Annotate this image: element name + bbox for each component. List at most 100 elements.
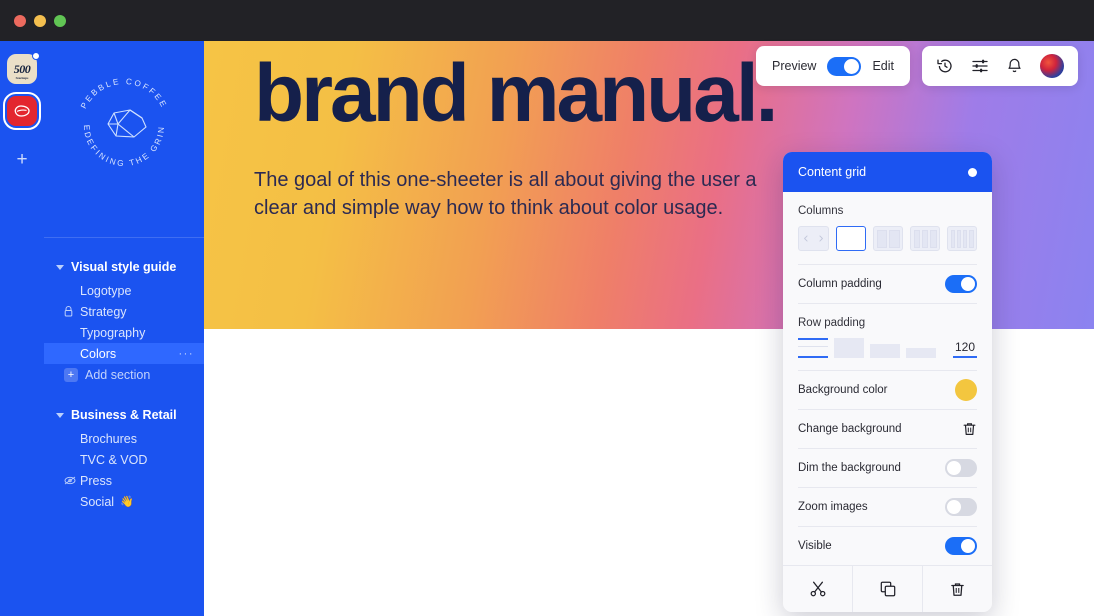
toggle-knob [961,277,975,291]
preview-edit-toggle[interactable] [827,56,862,76]
trash-icon[interactable] [962,421,977,437]
visible-toggle[interactable] [945,537,977,555]
sidebar-item-label: Brochures [80,431,137,446]
zoom-images-row: Zoom images [798,488,977,526]
close-window-button[interactable] [14,14,26,27]
edit-label: Edit [872,59,895,73]
row-padding-option-1[interactable] [798,338,828,358]
cut-icon [809,580,827,598]
panel-status-dot[interactable] [968,167,977,177]
utility-toolbar [922,46,1078,86]
panel-footer [783,565,992,612]
zoom-images-toggle[interactable] [945,498,977,516]
preview-edit-toggle-group: Preview Edit [756,46,911,86]
row-padding-label: Row padding [798,317,866,329]
copy-icon [879,580,897,598]
maximize-window-button[interactable] [54,14,66,27]
sidebar-item-label: Logotype [80,283,132,298]
pebble-icon [14,105,30,117]
plus-icon: + [64,368,78,382]
row-padding-option-3[interactable] [870,344,900,358]
delete-icon [949,581,966,598]
cut-button[interactable] [783,566,853,612]
column-option-1[interactable] [836,226,866,251]
workspace-icon-500[interactable]: 500 Startups [7,52,40,84]
lock-icon [64,306,73,317]
copy-button[interactable] [853,566,923,612]
sidebar-item-brochures[interactable]: Brochures [44,428,204,449]
content-grid-panel: Content grid Columns Column padding Row … [783,152,992,612]
column-option-auto[interactable] [798,226,829,251]
row-padding-options: 120 [798,338,977,370]
row-padding-value-input[interactable]: 120 [952,340,977,358]
column-option-2[interactable] [873,226,903,251]
history-icon[interactable] [936,57,954,75]
columns-options [798,226,977,264]
workspace-500-label: 500 [13,61,31,76]
row-padding-option-2[interactable] [834,338,864,358]
toggle-knob [844,58,860,74]
eye-off-icon [64,476,76,485]
dim-background-toggle[interactable] [945,459,977,477]
sidebar-item-label: Typography [80,325,146,340]
sidebar-item-label: Social [80,494,115,509]
sidebar-item-press[interactable]: Press [44,470,204,491]
column-option-3[interactable] [910,226,940,251]
minimize-window-button[interactable] [34,14,46,27]
preview-label: Preview [772,59,817,73]
sidebar-item-label: Colors [80,346,117,361]
add-workspace-button[interactable]: + [16,150,27,169]
change-background-row[interactable]: Change background [798,410,977,448]
column-padding-toggle[interactable] [945,275,977,293]
background-color-swatch[interactable] [955,379,977,401]
toggle-knob [947,461,961,475]
sidebar-group-business-retail[interactable]: Business & Retail [44,402,204,428]
chevron-down-icon [56,412,64,418]
sidebar-group-label: Visual style guide [71,260,177,274]
column-padding-label: Column padding [798,278,882,290]
brand-logo: PEBBLE COFFEE REDEFINING THE GRIND [44,41,204,211]
sidebar-item-label: Strategy [80,304,127,319]
dim-background-row: Dim the background [798,449,977,487]
workspace-rail: 500 Startups + [0,41,44,616]
sidebar-group-label: Business & Retail [71,408,177,422]
sidebar-add-section-button[interactable]: + Add section [44,364,204,386]
columns-label: Columns [798,205,844,217]
sidebar-item-tvc-vod[interactable]: TVC & VOD [44,449,204,470]
workspace-icon-pebble-coffee[interactable] [3,92,41,130]
column-option-4[interactable] [947,226,977,251]
sliders-icon[interactable] [971,57,989,75]
dim-background-label: Dim the background [798,462,901,474]
avatar[interactable] [1040,54,1064,78]
row-padding-option-4[interactable] [906,348,936,358]
panel-title: Content grid [798,165,867,179]
sidebar-item-overflow-menu-icon[interactable]: ··· [179,348,195,360]
sidebar-group-visual-style-guide[interactable]: Visual style guide [44,254,204,280]
app-window: 500 Startups + PEBBLE COFFEE EDEFINING T… [0,0,1094,616]
column-padding-row: Column padding [798,265,977,303]
delete-button[interactable] [923,566,992,612]
hero-subtitle: The goal of this one-sheeter is all abou… [254,168,757,220]
sidebar-item-social[interactable]: Social 👋 [44,491,204,512]
sidebar-item-logotype[interactable]: Logotype [44,280,204,301]
panel-header[interactable]: Content grid [783,152,992,192]
toggle-knob [947,500,961,514]
chevron-down-icon [56,264,64,270]
sidebar: PEBBLE COFFEE REDEFINING THE GRIND Vi [44,41,204,616]
sidebar-item-label: Press [80,473,112,488]
sidebar-item-label: TVC & VOD [80,452,148,467]
visible-label: Visible [798,540,832,552]
panel-body: Columns Column padding Row padding 120 B… [783,192,992,565]
pebble-coffee-circular-logo: PEBBLE COFFEE REDEFINING THE GRIND [68,70,167,168]
background-color-label: Background color [798,384,888,396]
toggle-knob [961,539,975,553]
workspace-notification-dot [32,52,40,60]
bell-icon[interactable] [1006,57,1023,75]
visible-row: Visible [798,527,977,565]
workspace-500-sublabel: Startups [15,76,29,80]
sidebar-item-colors[interactable]: Colors ··· [44,343,204,364]
change-background-label: Change background [798,423,902,435]
window-titlebar [0,0,1094,41]
sidebar-item-typography[interactable]: Typography [44,322,204,343]
sidebar-item-strategy[interactable]: Strategy [44,301,204,322]
